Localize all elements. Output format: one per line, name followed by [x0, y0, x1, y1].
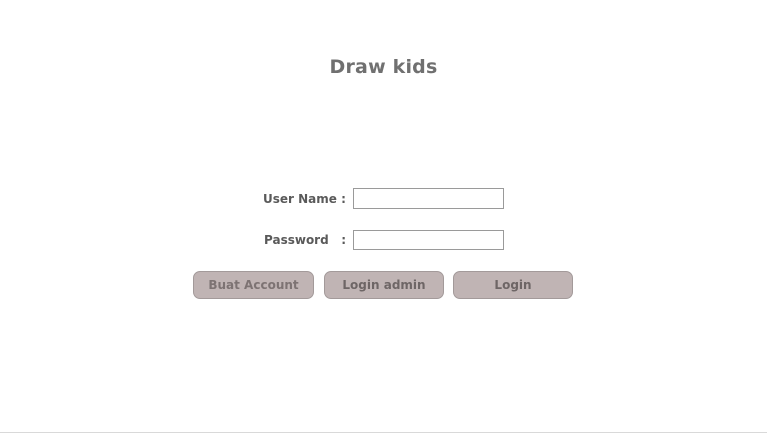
password-input[interactable] — [353, 230, 504, 250]
login-window: Draw kids User Name : Password : Buat Ac… — [0, 0, 767, 434]
username-input[interactable] — [353, 188, 504, 209]
bottom-divider — [0, 432, 767, 433]
page-title: Draw kids — [329, 56, 438, 78]
login-admin-button[interactable]: Login admin — [324, 271, 444, 299]
create-account-button[interactable]: Buat Account — [193, 271, 314, 299]
username-label: User Name : — [263, 192, 346, 206]
login-button[interactable]: Login — [453, 271, 573, 299]
password-label: Password : — [264, 233, 347, 247]
